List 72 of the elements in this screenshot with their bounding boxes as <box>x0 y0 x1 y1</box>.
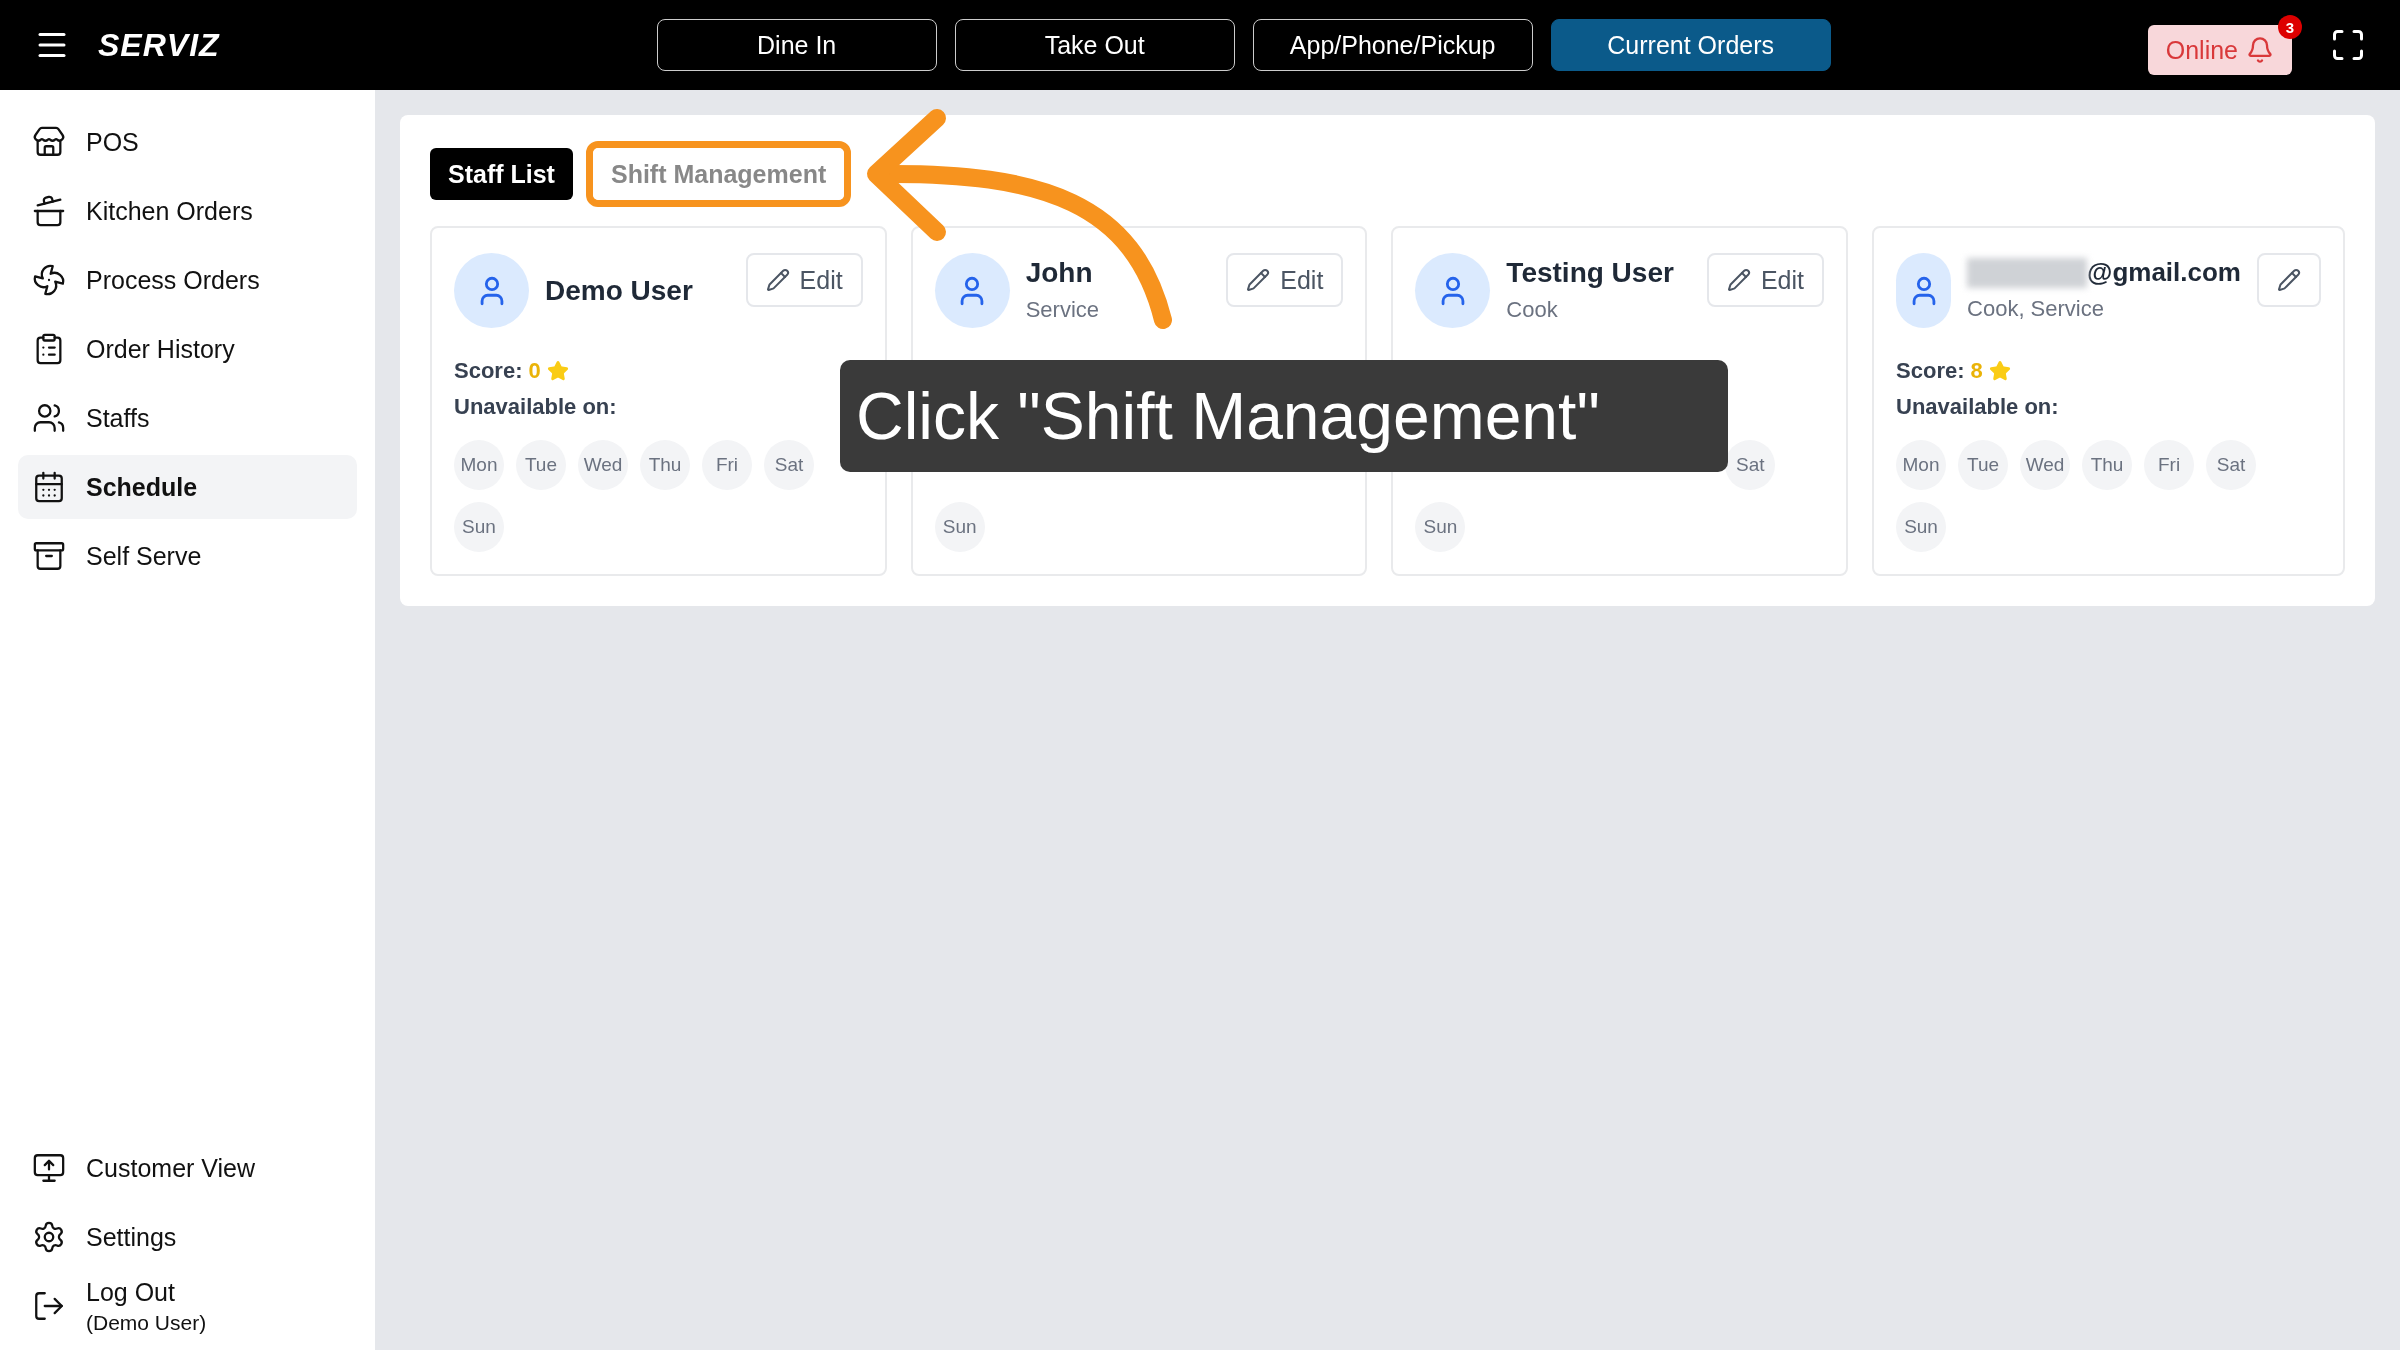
calendar-icon <box>32 470 66 504</box>
score-label: Score: <box>1896 358 1965 384</box>
edit-button[interactable]: Edit <box>745 253 863 307</box>
day-chip: Sun <box>1415 502 1466 552</box>
settings-icon <box>32 1220 66 1254</box>
logout-icon <box>32 1289 66 1323</box>
day-chip: Tue <box>516 440 566 490</box>
day-chip: Fri <box>702 440 752 490</box>
edit-button[interactable] <box>2257 253 2321 307</box>
day-chip: Sun <box>1896 502 1947 552</box>
star-icon <box>546 360 569 382</box>
sidebar-item[interactable]: Self Serve <box>18 524 357 588</box>
day-chip: Mon <box>454 440 504 490</box>
score-label: Score: <box>454 358 523 384</box>
user-label: (Demo User) <box>86 1310 207 1335</box>
order-type-button[interactable]: Current Orders <box>1550 19 1831 71</box>
edit-button[interactable]: Edit <box>1226 253 1344 307</box>
order-type-button[interactable]: Dine In <box>656 19 937 71</box>
staff-name: Demo User <box>545 275 693 307</box>
fan-icon <box>32 263 66 297</box>
sidebar-item[interactable]: POS <box>18 110 357 174</box>
staff-name: John <box>1025 257 1093 289</box>
bell-icon <box>2246 36 2274 64</box>
brand-logo: SERVIZ <box>98 26 220 64</box>
archive-box-icon <box>32 539 66 573</box>
sidebar-item[interactable]: Process Orders <box>18 248 357 312</box>
sidebar-item[interactable]: Order History <box>18 317 357 381</box>
day-chip: Thu <box>2082 440 2133 490</box>
staff-name: @gmail.com <box>2087 257 2241 288</box>
tab[interactable]: Staff List <box>430 148 573 200</box>
store-icon <box>32 125 66 159</box>
callout-tooltip: Click "Shift Management" <box>840 360 1728 472</box>
day-chip: Fri <box>2144 440 2195 490</box>
day-chip: Sat <box>2206 440 2257 490</box>
sidebar-item[interactable]: Schedule <box>18 455 357 519</box>
star-icon <box>1988 360 2011 382</box>
sidebar-item[interactable]: Staffs <box>18 386 357 450</box>
sidebar-item[interactable]: Settings <box>18 1205 357 1269</box>
day-chip: Wed <box>578 440 628 490</box>
day-chip: Mon <box>1896 440 1947 490</box>
sidebar-item[interactable]: Kitchen Orders <box>18 179 357 243</box>
day-chip: Wed <box>2020 440 2071 490</box>
pencil-icon <box>1726 268 1751 292</box>
unavailable-label: Unavailable on: <box>1896 394 2059 419</box>
logout-label: Log Out <box>86 1277 176 1307</box>
day-chip: Sun <box>454 502 504 552</box>
staff-name: Testing User <box>1506 257 1674 289</box>
pencil-icon <box>2277 268 2301 292</box>
unavailable-label: Unavailable on: <box>454 394 617 419</box>
order-type-button[interactable]: App/Phone/Pickup <box>1252 19 1533 71</box>
users-icon <box>32 401 66 435</box>
score-value: 8 <box>1970 358 1983 384</box>
score-value: 0 <box>528 358 541 384</box>
staff-role: Cook, Service <box>1967 296 2105 322</box>
order-type-button[interactable]: Take Out <box>954 19 1235 71</box>
pencil-icon <box>1246 268 1271 292</box>
day-chip: Sat <box>1725 440 1776 490</box>
monitor-icon <box>32 1151 66 1185</box>
day-chip: Tue <box>1958 440 2009 490</box>
edit-button[interactable]: Edit <box>1706 253 1825 307</box>
staff-role: Service <box>1025 297 1101 323</box>
sidebar-item[interactable]: Customer View <box>18 1136 357 1200</box>
staff-role: Cook <box>1506 297 1559 323</box>
day-chip: Sat <box>764 440 814 490</box>
fullscreen-icon <box>2330 27 2366 63</box>
pot-icon <box>32 194 66 228</box>
day-chip: Sun <box>934 502 985 552</box>
notification-badge: 3 <box>2278 15 2302 39</box>
sidebar-item[interactable]: Log Out (Demo User) <box>18 1274 357 1338</box>
tab[interactable]: Shift Management <box>592 148 845 200</box>
day-chip: Thu <box>640 440 690 490</box>
pencil-icon <box>765 268 790 292</box>
